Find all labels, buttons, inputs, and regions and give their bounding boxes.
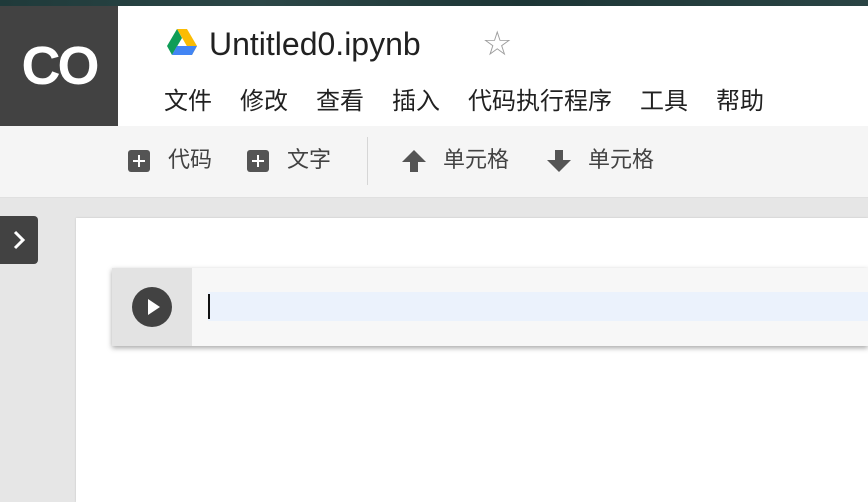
cell-gutter <box>112 268 192 346</box>
move-cell-up-button[interactable]: 单元格 <box>401 146 509 176</box>
menu-file[interactable]: 文件 <box>164 84 212 118</box>
toolbar-divider <box>367 137 368 185</box>
move-up-label: 单元格 <box>443 148 510 173</box>
add-code-label: 代码 <box>168 148 213 173</box>
menu-tools[interactable]: 工具 <box>640 84 688 118</box>
run-cell-icon[interactable] <box>132 287 172 327</box>
arrow-up-icon <box>402 150 426 172</box>
logo-text: CO <box>21 36 100 96</box>
add-code-button[interactable]: 代码 <box>128 146 212 176</box>
move-cell-down-button[interactable]: 单元格 <box>546 146 654 176</box>
plus-icon <box>128 150 150 172</box>
menu-help[interactable]: 帮助 <box>716 84 764 118</box>
chevron-right-icon <box>13 230 26 250</box>
add-text-button[interactable]: 文字 <box>247 146 331 176</box>
menu-view[interactable]: 查看 <box>316 84 364 118</box>
move-down-label: 单元格 <box>588 148 655 173</box>
star-icon[interactable]: ☆ <box>482 24 512 64</box>
notebook-area <box>76 218 868 502</box>
code-cell[interactable] <box>112 268 868 346</box>
code-input[interactable] <box>208 292 868 321</box>
menu-edit[interactable]: 修改 <box>240 84 288 118</box>
sidebar-toggle-button[interactable] <box>0 216 38 264</box>
text-cursor <box>208 294 210 319</box>
plus-icon <box>247 150 269 172</box>
add-text-label: 文字 <box>287 148 332 173</box>
google-drive-icon <box>167 29 197 55</box>
menu-insert[interactable]: 插入 <box>392 84 440 118</box>
colab-logo[interactable]: CO <box>0 6 118 126</box>
notebook-title[interactable]: Untitled0.ipynb <box>209 24 421 64</box>
menu-runtime[interactable]: 代码执行程序 <box>468 84 612 118</box>
arrow-down-icon <box>547 150 571 172</box>
menu-bar: 文件 修改 查看 插入 代码执行程序 工具 帮助 <box>164 84 792 118</box>
toolbar: 代码 文字 单元格 单元格 <box>0 126 868 198</box>
